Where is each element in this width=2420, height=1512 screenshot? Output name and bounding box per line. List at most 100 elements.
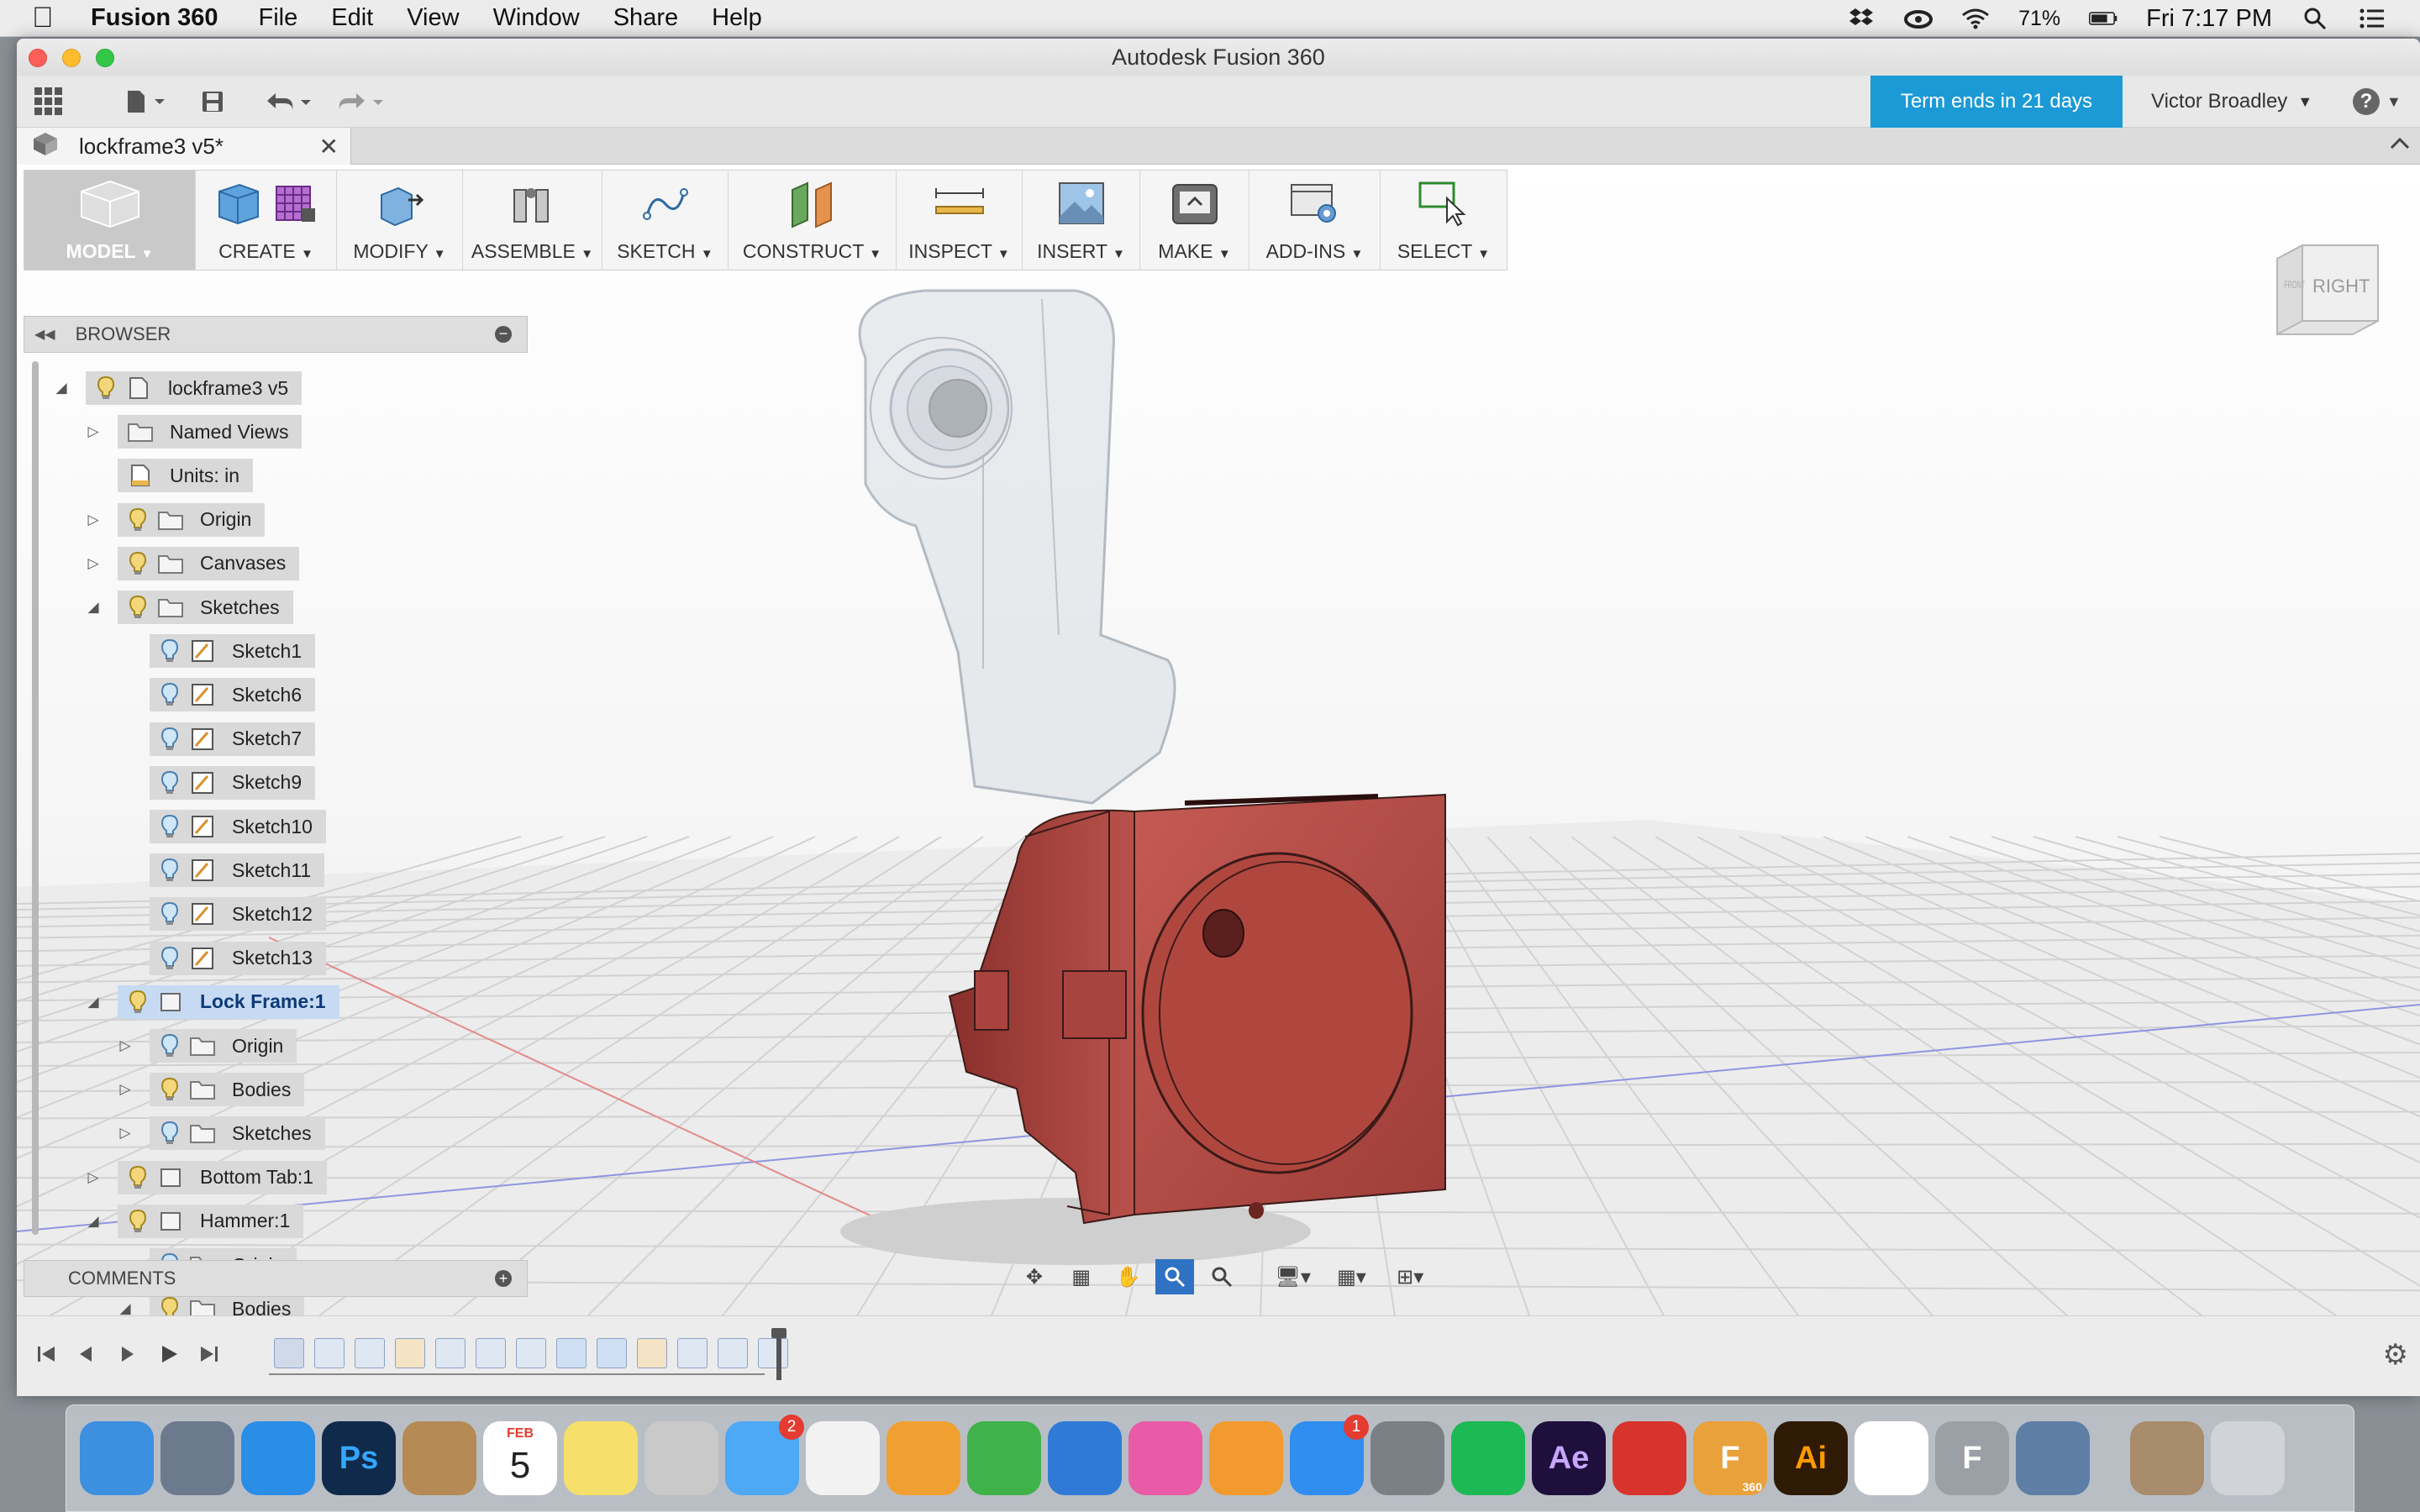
step-forward-icon[interactable] [114,1341,139,1367]
user-menu[interactable]: Victor Broadley ▼ [2151,76,2312,128]
photos-dock-icon[interactable] [806,1421,880,1495]
model-workspace-button[interactable]: MODEL ▼ [24,171,196,270]
select-menu-button[interactable]: SELECT ▼ [1381,171,1507,270]
sketch-menu-button[interactable]: SKETCH ▼ [602,171,729,270]
visibility-bulb-icon[interactable] [158,725,182,753]
browser-item[interactable]: Sketch11 [118,853,325,888]
menu-file[interactable]: File [259,4,298,32]
zoom-window-button[interactable] [96,49,114,67]
browser-item-body[interactable]: Sketch7 [150,722,316,756]
document-tab[interactable]: lockframe3 v5* ✕ [17,128,351,165]
browser-item[interactable]: Sketch12 [118,897,326,932]
timeline-marker[interactable] [776,1331,781,1380]
visibility-bulb-icon[interactable] [126,506,150,534]
timeline-feature-icon[interactable] [355,1338,385,1368]
browser-item-body[interactable]: Sketches [118,591,293,624]
browser-item[interactable]: Sketch13 [118,941,326,975]
visibility-bulb-icon[interactable] [126,593,150,622]
play-icon[interactable] [156,1341,182,1367]
timeline-feature-icon[interactable] [476,1338,506,1368]
zoom-icon[interactable] [1155,1259,1195,1294]
browser-item[interactable]: ▷ Sketches [118,1116,325,1151]
browser-item[interactable]: ▷ Origin [118,1029,297,1063]
sketchup-dock-icon[interactable] [1612,1421,1686,1495]
calendar-dock-icon[interactable]: FEB 5 [483,1421,557,1495]
insert-menu-button[interactable]: INSERT ▼ [1023,171,1140,270]
collapse-browser-icon[interactable]: ◀◀ [34,326,55,343]
comments-panel[interactable]: COMMENTS + [24,1260,528,1297]
browser-item[interactable]: ◢ lockframe3 v5 [54,371,302,405]
timeline-feature-icon[interactable] [637,1338,667,1368]
numbers-dock-icon[interactable] [967,1421,1041,1495]
grid-settings-icon[interactable]: ▦▾ [1327,1259,1377,1294]
add-ins-menu-button[interactable]: ADD-INS ▼ [1249,171,1381,270]
collapse-arrow-icon[interactable]: ◢ [86,1213,101,1229]
browser-item[interactable]: Sketch10 [118,810,326,843]
display-settings-icon[interactable]: 🖥▾ [1268,1259,1318,1294]
timeline-feature-icon[interactable] [718,1338,748,1368]
fusion-360-dock-icon[interactable]: F 360 [1693,1421,1767,1495]
pages-dock-icon[interactable] [886,1421,960,1495]
browser-item[interactable]: Sketch1 [118,634,316,669]
zoom-window-icon[interactable] [1202,1259,1241,1294]
finder-dock-icon[interactable] [80,1421,154,1495]
browser-item-body[interactable]: Units: in [118,459,254,493]
preview-dock-icon[interactable] [2016,1421,2090,1495]
app-store-dock-icon[interactable]: 1 [1290,1415,1369,1495]
visibility-bulb-icon[interactable] [126,1163,150,1192]
contacts-dock-icon[interactable] [402,1421,476,1495]
timeline-feature-icon[interactable] [274,1338,304,1368]
close-tab-icon[interactable]: ✕ [319,133,339,160]
spotlight-search-icon[interactable] [2301,6,2329,31]
downloads-dock-icon[interactable] [2130,1421,2204,1495]
browser-item-body[interactable]: Sketch6 [150,678,316,712]
visibility-bulb-icon[interactable] [158,680,182,709]
expand-arrow-icon[interactable]: ▷ [86,555,101,571]
browser-item-body[interactable]: Sketch13 [150,941,326,975]
go-to-end-icon[interactable] [197,1341,222,1367]
browser-item[interactable]: ◢ Lock Frame:1 [86,984,339,1019]
browser-item-body[interactable]: Canvases [118,546,300,580]
assemble-menu-button[interactable]: ASSEMBLE ▼ [463,171,602,270]
browser-item-body[interactable]: lockframe3 v5 [86,371,302,405]
minus-circle-icon[interactable]: − [495,326,512,343]
browser-item[interactable]: ▷ Named Views [86,415,302,449]
undo-button[interactable] [257,81,324,123]
after-effects-dock-icon[interactable]: Ae [1532,1421,1606,1495]
orbit-icon[interactable]: ✥ [1015,1259,1054,1294]
launchpad-dock-icon[interactable] [160,1421,234,1495]
visibility-bulb-icon[interactable] [158,1075,182,1104]
make-menu-button[interactable]: MAKE ▼ [1140,171,1249,270]
browser-item[interactable]: ◢ Hammer:1 [86,1204,304,1238]
visibility-bulb-icon[interactable] [158,856,182,885]
trash-dock-icon[interactable] [2211,1421,2285,1495]
help-menu[interactable]: ? ▼ [2353,76,2402,128]
redo-button[interactable] [329,81,397,123]
collapse-arrow-icon[interactable]: ◢ [54,380,69,396]
itunes-dock-icon[interactable] [1128,1421,1202,1495]
timeline-marker-handle[interactable] [771,1328,786,1338]
visibility-bulb-icon[interactable] [158,769,182,797]
timeline-feature-icon[interactable] [516,1338,546,1368]
create-menu-button[interactable]: CREATE ▼ [196,171,337,270]
timeline-feature-icon[interactable] [435,1338,466,1368]
clock[interactable]: Fri 7:17 PM [2146,5,2272,33]
browser-item[interactable]: Sketch7 [118,722,316,756]
browser-item[interactable]: ▷ Bodies [118,1073,305,1107]
expand-arrow-icon[interactable]: ▷ [118,1125,133,1141]
expand-arrow-icon[interactable]: ▷ [118,1037,133,1053]
term-notice-button[interactable]: Term ends in 21 days [1870,76,2123,128]
safari-dock-icon[interactable] [241,1421,315,1495]
browser-item[interactable]: Sketch6 [118,678,316,712]
browser-scrollbar[interactable] [32,361,39,1235]
visibility-bulb-icon[interactable] [158,1294,182,1315]
pan-icon[interactable]: ✋ [1109,1259,1148,1294]
timeline-feature-icon[interactable] [395,1338,425,1368]
browser-item-body[interactable]: Sketch11 [150,853,325,888]
menu-window[interactable]: Window [493,4,580,32]
creative-cloud-icon[interactable] [1904,6,1933,31]
browser-item[interactable]: ▷ Canvases [86,546,300,580]
collapse-ribbon-icon[interactable] [2388,133,2412,160]
browser-item-body[interactable]: Bottom Tab:1 [118,1160,328,1194]
battery-icon[interactable] [2089,6,2118,31]
